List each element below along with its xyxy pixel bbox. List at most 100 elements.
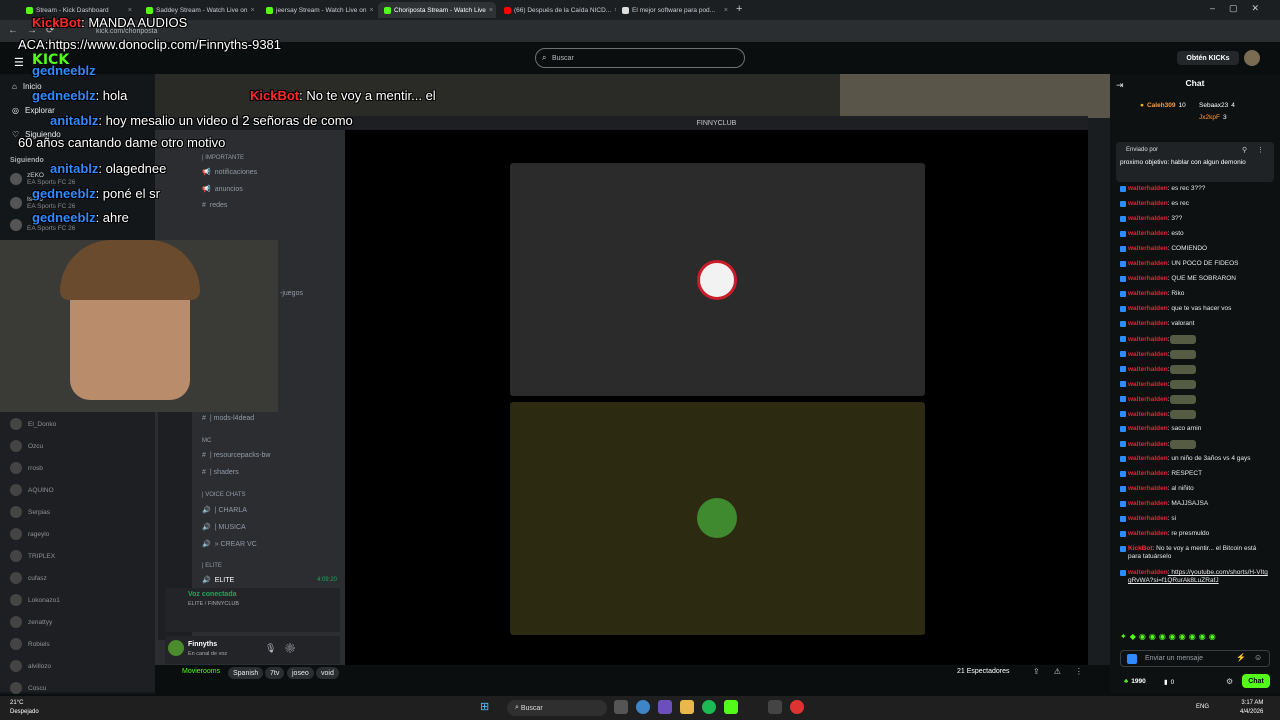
member[interactable]: Robiels xyxy=(10,638,50,650)
tab-jeersay[interactable]: jeersay Stream - Watch Live on × xyxy=(260,2,378,18)
close-icon[interactable]: × xyxy=(369,7,373,14)
chat-username[interactable]: walterhalden xyxy=(1128,215,1168,222)
chat-username[interactable]: walterhalden xyxy=(1128,305,1168,312)
channel-mods[interactable]: # | mods-l4dead xyxy=(202,415,254,422)
weather-widget[interactable]: 21°C Despejado xyxy=(10,699,39,717)
channel-shaders[interactable]: # | shaders xyxy=(202,469,239,476)
voice-channel-elite[interactable]: 🔊 ELITE 4:09:20 xyxy=(202,576,337,585)
search-input[interactable]: Buscar xyxy=(535,48,745,68)
member[interactable]: Lokonazo1 xyxy=(10,594,60,606)
member[interactable]: El_Donko xyxy=(10,418,56,430)
close-icon[interactable]: × xyxy=(489,7,493,14)
channel-resourcepacks[interactable]: # | resourcepacks-bw xyxy=(202,452,270,459)
chat-username[interactable]: walterhalden xyxy=(1128,260,1168,267)
get-kicks-button[interactable]: Obtén KICKs xyxy=(1177,51,1239,65)
chat-username[interactable]: walterhalden xyxy=(1128,425,1168,432)
voice-channel-crear[interactable]: 🔊» CREAR VC xyxy=(202,540,257,549)
close-icon[interactable]: × xyxy=(128,7,132,14)
settings-icon[interactable]: ⚙ xyxy=(1226,677,1233,686)
member[interactable]: Ozcu xyxy=(10,440,43,452)
category-voice[interactable]: | VOICE CHATS xyxy=(202,492,245,498)
category-mc[interactable]: MC xyxy=(202,438,211,444)
channel-redes[interactable]: # redes xyxy=(202,202,227,209)
channel-notificaciones[interactable]: 📢 notificaciones xyxy=(202,168,257,177)
chat-username[interactable]: walterhalden xyxy=(1128,230,1168,237)
chat-username[interactable]: walterhalden xyxy=(1128,455,1168,462)
member[interactable]: Serpias xyxy=(10,506,50,518)
pin-icon[interactable]: ⚲⋮ xyxy=(1242,146,1274,154)
chat-username[interactable]: walterhalden xyxy=(1128,245,1168,252)
chat-username[interactable]: walterhalden xyxy=(1128,336,1168,343)
chat-username[interactable]: walterhalden xyxy=(1128,500,1168,507)
chat-username[interactable]: walterhalden xyxy=(1128,530,1168,537)
channel-anuncios[interactable]: 📢 anuncios xyxy=(202,185,243,194)
share-report-icons[interactable]: ⇪⚠⋮ xyxy=(1033,667,1097,676)
tab-choriposta[interactable]: Choriposta Stream - Watch Live × xyxy=(378,2,496,18)
member[interactable]: zenattyy xyxy=(10,616,52,628)
language-indicator[interactable]: ENG xyxy=(1196,704,1209,710)
windows-start-icon[interactable]: ⊞ xyxy=(480,700,489,713)
chat-username[interactable]: walterhalden xyxy=(1128,485,1168,492)
member[interactable]: alvillozo xyxy=(10,660,51,672)
pinned-message[interactable]: Enviado por proximo objetivo: hablar con… xyxy=(1116,142,1274,182)
menu-icon[interactable]: ☰ xyxy=(14,56,24,69)
category-elite[interactable]: | ELITE xyxy=(202,563,222,569)
app-icon[interactable] xyxy=(768,700,782,714)
member[interactable]: cufasz xyxy=(10,572,47,584)
avatar[interactable] xyxy=(168,640,184,656)
chat-username[interactable]: walterhalden xyxy=(1128,396,1168,403)
close-icon[interactable]: × xyxy=(724,7,728,14)
tag[interactable]: 7tv xyxy=(265,667,285,679)
spotify-icon[interactable] xyxy=(702,700,716,714)
chat-username[interactable]: walterhalden xyxy=(1128,441,1168,448)
chat-username[interactable]: walterhalden xyxy=(1128,470,1168,477)
folder-icon[interactable] xyxy=(680,700,694,714)
app-icon[interactable] xyxy=(790,700,804,714)
emote-bar[interactable]: ✦◆◉◉◉◉◉◉◉◉ xyxy=(1120,632,1219,641)
video-tile[interactable] xyxy=(510,402,925,635)
chat-username[interactable]: walterhalden xyxy=(1128,320,1168,327)
close-icon[interactable]: × xyxy=(251,7,255,14)
chat-username[interactable]: walterhalden xyxy=(1128,200,1168,207)
tag[interactable]: Spanish xyxy=(228,667,264,679)
emote-picker-icon[interactable] xyxy=(1127,654,1137,664)
chat-username[interactable]: walterhalden xyxy=(1128,515,1168,522)
video-tile[interactable] xyxy=(510,163,925,396)
channel-points[interactable]: ♣ 1990 xyxy=(1124,678,1146,685)
member[interactable]: AQUINO xyxy=(10,484,54,496)
tag[interactable]: joseo xyxy=(287,667,314,679)
chat-username[interactable]: walterhalden xyxy=(1128,275,1168,282)
chrome-icon[interactable] xyxy=(636,700,650,714)
window-controls[interactable]: –▢✕ xyxy=(1210,3,1273,14)
mic-headset-settings-icon[interactable]: 🎙⚙ xyxy=(265,643,304,654)
tab-software[interactable]: El mejor software para pod... × xyxy=(616,2,734,18)
chat-username[interactable]: walterhalden xyxy=(1128,381,1168,388)
chat-username[interactable]: walterhalden xyxy=(1128,351,1168,358)
new-tab-button[interactable]: + xyxy=(736,3,742,15)
member[interactable]: rrosb xyxy=(10,462,43,474)
chat-username[interactable]: KickBot xyxy=(1128,545,1153,552)
sidebar-item-explorar[interactable]: ◎ Explorar xyxy=(12,106,55,115)
kicks-balance[interactable]: ▮ 0 xyxy=(1164,678,1174,687)
category-importante[interactable]: | IMPORTANTE xyxy=(202,155,244,161)
chat-username[interactable]: walterhalden xyxy=(1128,185,1168,192)
chat-username[interactable]: walterhalden xyxy=(1128,411,1168,418)
chat-username[interactable]: walterhalden xyxy=(1128,290,1168,297)
kick-icon[interactable] xyxy=(724,700,738,714)
category-link[interactable]: Movierooms xyxy=(182,668,220,675)
chat-username[interactable]: walterhalden xyxy=(1128,366,1168,373)
avatar[interactable] xyxy=(1244,50,1260,66)
task-view-icon[interactable] xyxy=(614,700,628,714)
member[interactable]: Coscu xyxy=(10,682,46,694)
taskbar-search[interactable]: ⌕ Buscar xyxy=(507,700,607,716)
member[interactable]: TRIPLEX xyxy=(10,550,55,562)
tag[interactable]: void xyxy=(316,667,339,679)
voice-channel-musica[interactable]: 🔊 | MUSICA xyxy=(202,523,246,532)
chat-tool-icons[interactable]: ⚡☺ xyxy=(1236,653,1270,662)
obs-icon[interactable] xyxy=(658,700,672,714)
member[interactable]: rageylo xyxy=(10,528,49,540)
send-chat-button[interactable]: Chat xyxy=(1242,674,1270,688)
clock[interactable]: 3:17 AM 4/4/2026 xyxy=(1240,699,1263,717)
voice-channel-charla[interactable]: 🔊 | CHARLA xyxy=(202,506,247,515)
chat-username[interactable]: walterhalden xyxy=(1128,569,1168,576)
